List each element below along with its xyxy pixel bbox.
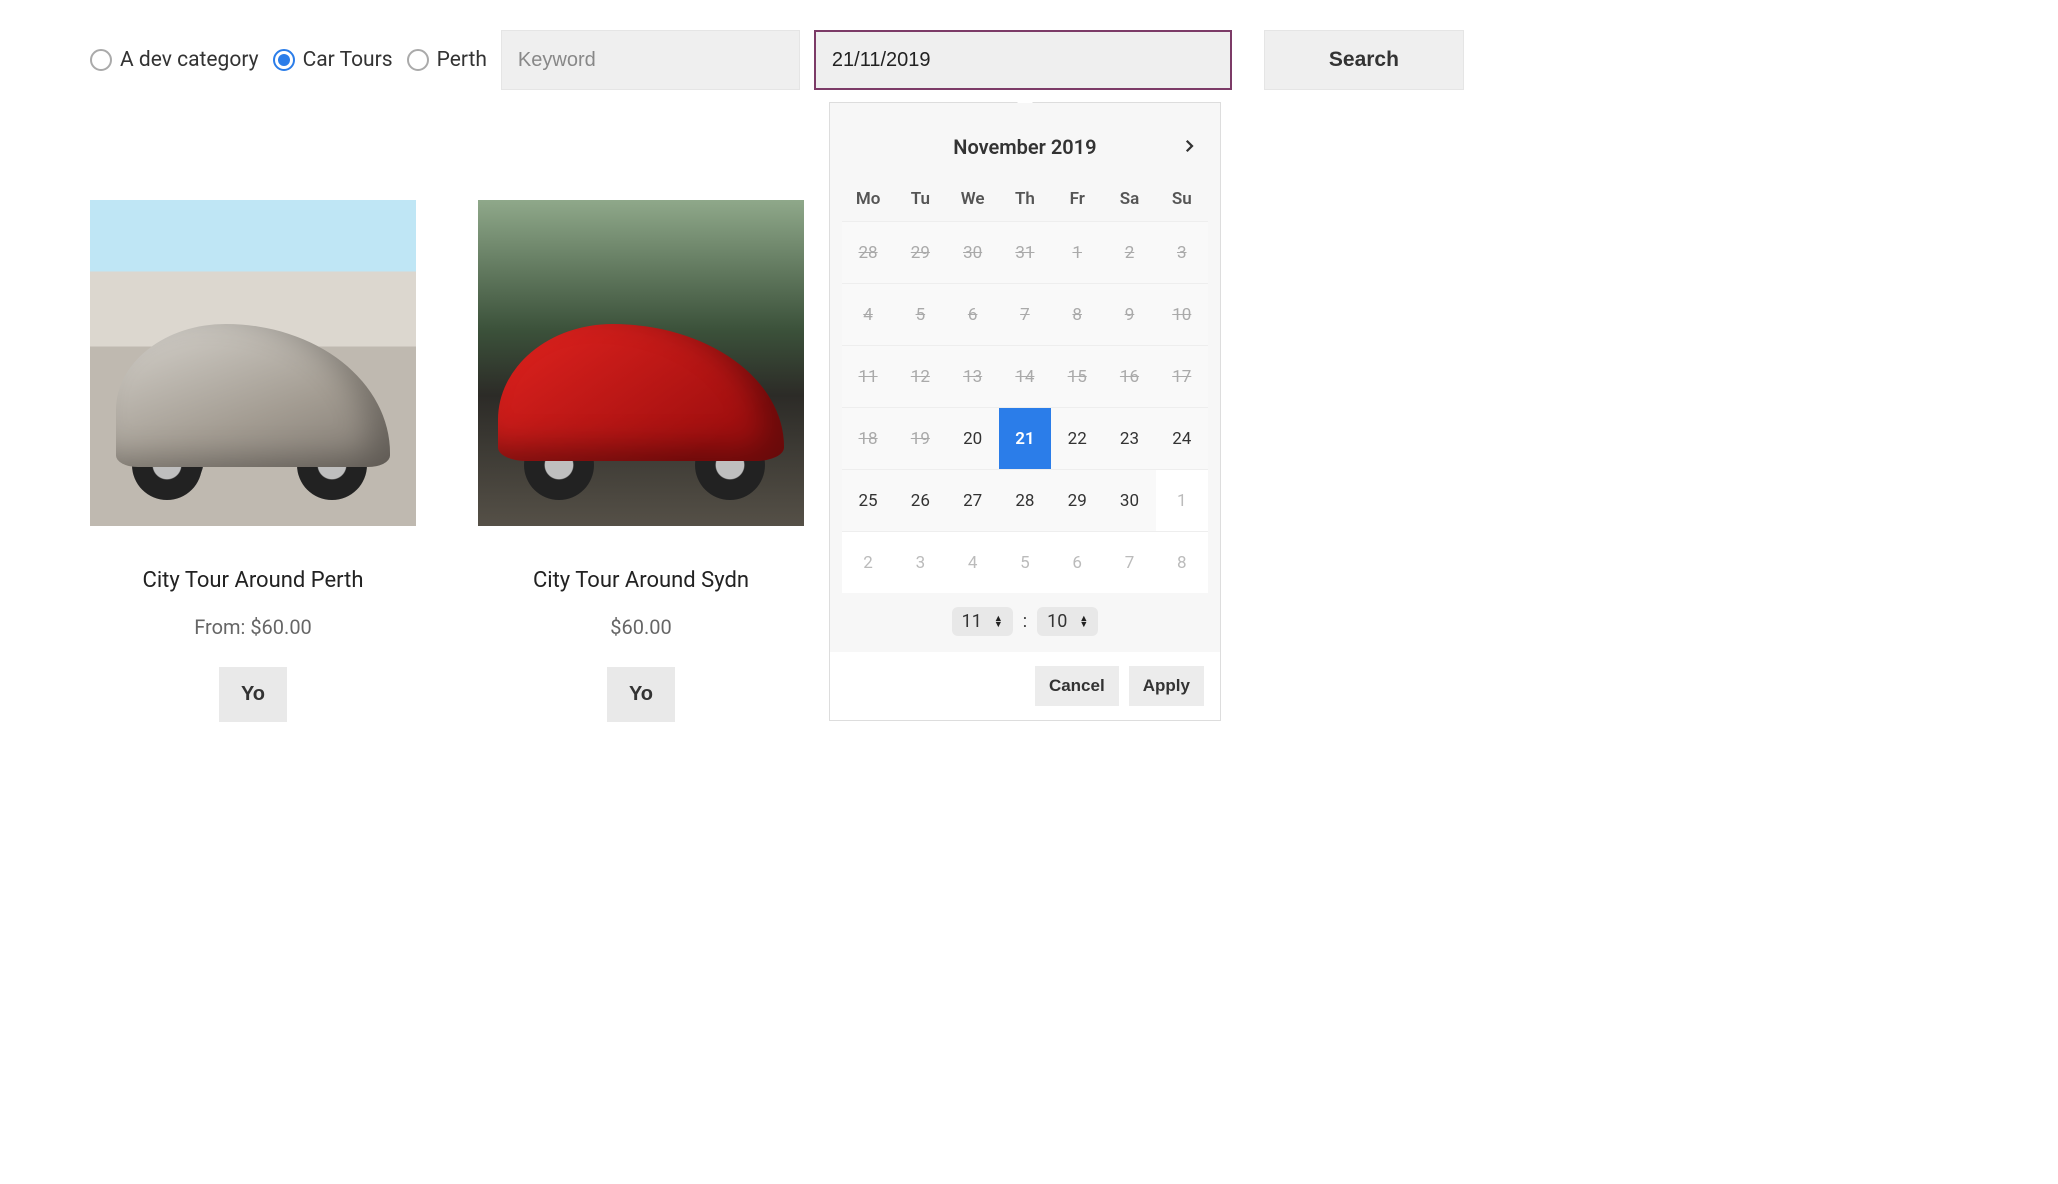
calendar-day: 1 bbox=[1051, 221, 1103, 283]
date-picker-popup: November 2019 MoTuWeThFrSaSu 28293031123… bbox=[829, 102, 1221, 721]
calendar-dow: Su bbox=[1156, 177, 1208, 221]
calendar-day: 8 bbox=[1051, 283, 1103, 345]
calendar-day[interactable]: 6 bbox=[1051, 531, 1103, 593]
search-button[interactable]: Search bbox=[1264, 30, 1464, 90]
product-image[interactable] bbox=[478, 200, 804, 526]
minute-spinner[interactable]: 10 ▲▼ bbox=[1037, 607, 1098, 636]
calendar-day[interactable]: 26 bbox=[894, 469, 946, 531]
calendar-dow: Fr bbox=[1051, 177, 1103, 221]
category-radio[interactable]: Car Tours bbox=[273, 48, 393, 72]
product-title[interactable]: City Tour Around Sydn bbox=[478, 568, 804, 593]
product-price: $60.00 bbox=[478, 615, 804, 639]
calendar-day: 19 bbox=[894, 407, 946, 469]
calendar-day[interactable]: 30 bbox=[1103, 469, 1155, 531]
date-input[interactable] bbox=[814, 30, 1232, 90]
calendar-dow: Mo bbox=[842, 177, 894, 221]
product-image[interactable] bbox=[90, 200, 416, 526]
calendar-day[interactable]: 25 bbox=[842, 469, 894, 531]
cancel-button[interactable]: Cancel bbox=[1035, 666, 1119, 706]
calendar-day: 2 bbox=[1103, 221, 1155, 283]
calendar-day: 28 bbox=[842, 221, 894, 283]
radio-label: Car Tours bbox=[303, 48, 393, 72]
calendar-day[interactable]: 22 bbox=[1051, 407, 1103, 469]
calendar-day[interactable]: 29 bbox=[1051, 469, 1103, 531]
calendar-day[interactable]: 4 bbox=[946, 531, 998, 593]
time-separator: : bbox=[1023, 611, 1027, 632]
calendar-day[interactable]: 21 bbox=[999, 407, 1051, 469]
calendar-day: 13 bbox=[946, 345, 998, 407]
calendar-day[interactable]: 23 bbox=[1103, 407, 1155, 469]
time-picker: 11 ▲▼ : 10 ▲▼ bbox=[842, 593, 1208, 636]
next-month-button[interactable] bbox=[1180, 137, 1198, 155]
calendar-day[interactable]: 24 bbox=[1156, 407, 1208, 469]
radio-icon bbox=[407, 49, 429, 71]
calendar-day: 11 bbox=[842, 345, 894, 407]
radio-label: Perth bbox=[437, 48, 487, 72]
search-bar: A dev category Car Tours Perth November 20… bbox=[90, 30, 1968, 90]
calendar-day: 10 bbox=[1156, 283, 1208, 345]
calendar-day: 12 bbox=[894, 345, 946, 407]
calendar-day: 15 bbox=[1051, 345, 1103, 407]
calendar-day[interactable]: 1 bbox=[1156, 469, 1208, 531]
calendar-day[interactable]: 5 bbox=[999, 531, 1051, 593]
calendar-day[interactable]: 28 bbox=[999, 469, 1051, 531]
calendar-dow: Tu bbox=[894, 177, 946, 221]
product-card: City Tour Around Sydn $60.00 Yo bbox=[478, 200, 804, 722]
hour-value: 11 bbox=[962, 611, 982, 632]
radio-icon bbox=[90, 49, 112, 71]
calendar-day: 9 bbox=[1103, 283, 1155, 345]
calendar-dow: Sa bbox=[1103, 177, 1155, 221]
calendar-day: 30 bbox=[946, 221, 998, 283]
calendar-dow: Th bbox=[999, 177, 1051, 221]
calendar-day[interactable]: 27 bbox=[946, 469, 998, 531]
calendar-day: 14 bbox=[999, 345, 1051, 407]
calendar-day: 31 bbox=[999, 221, 1051, 283]
calendar-month-label: November 2019 bbox=[953, 135, 1096, 159]
calendar-day: 6 bbox=[946, 283, 998, 345]
hour-spinner[interactable]: 11 ▲▼ bbox=[952, 607, 1013, 636]
calendar-day: 16 bbox=[1103, 345, 1155, 407]
date-field-wrapper: November 2019 MoTuWeThFrSaSu 28293031123… bbox=[814, 30, 1232, 90]
radio-icon bbox=[273, 49, 295, 71]
product-price: From: $60.00 bbox=[90, 615, 416, 639]
calendar-day: 29 bbox=[894, 221, 946, 283]
product-action-button[interactable]: Yo bbox=[607, 667, 675, 722]
calendar-day[interactable]: 20 bbox=[946, 407, 998, 469]
calendar-day[interactable]: 7 bbox=[1103, 531, 1155, 593]
apply-button[interactable]: Apply bbox=[1129, 666, 1204, 706]
calendar-day: 3 bbox=[1156, 221, 1208, 283]
calendar-day: 17 bbox=[1156, 345, 1208, 407]
calendar-day[interactable]: 2 bbox=[842, 531, 894, 593]
product-action-button[interactable]: Yo bbox=[219, 667, 287, 722]
calendar-day: 7 bbox=[999, 283, 1051, 345]
calendar-day: 18 bbox=[842, 407, 894, 469]
radio-label: A dev category bbox=[120, 48, 259, 72]
calendar-day[interactable]: 3 bbox=[894, 531, 946, 593]
calendar-day[interactable]: 8 bbox=[1156, 531, 1208, 593]
product-card: City Tour Around Perth From: $60.00 Yo bbox=[90, 200, 416, 722]
calendar-day: 4 bbox=[842, 283, 894, 345]
stepper-arrows-icon: ▲▼ bbox=[1079, 616, 1088, 628]
stepper-arrows-icon: ▲▼ bbox=[994, 616, 1003, 628]
category-radio[interactable]: Perth bbox=[407, 48, 487, 72]
minute-value: 10 bbox=[1047, 611, 1067, 632]
calendar-day: 5 bbox=[894, 283, 946, 345]
chevron-right-icon bbox=[1180, 137, 1198, 155]
category-radio[interactable]: A dev category bbox=[90, 48, 259, 72]
category-radio-group: A dev category Car Tours Perth bbox=[90, 48, 487, 72]
calendar-dow: We bbox=[946, 177, 998, 221]
keyword-input[interactable] bbox=[501, 30, 800, 90]
product-title[interactable]: City Tour Around Perth bbox=[90, 568, 416, 593]
